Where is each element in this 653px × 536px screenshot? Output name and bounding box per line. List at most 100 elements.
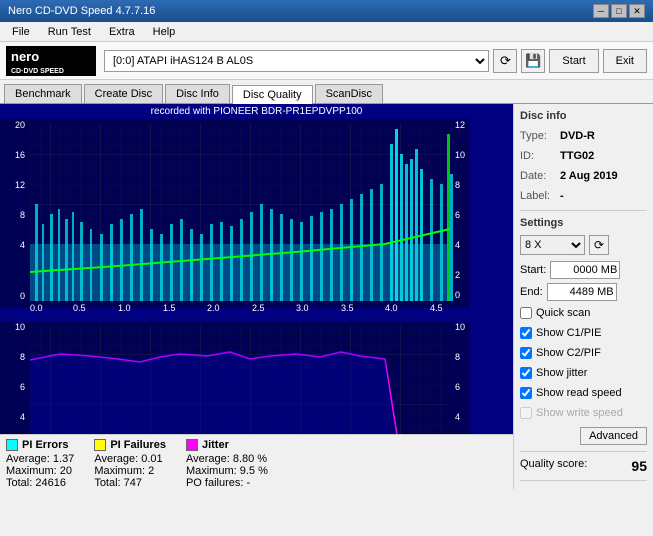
svg-text:4: 4 [455,240,460,250]
start-input[interactable] [550,261,620,279]
svg-text:10: 10 [15,322,25,332]
svg-text:1.5: 1.5 [163,303,176,313]
show-c1pie-label: Show C1/PIE [536,325,601,341]
svg-text:4: 4 [455,412,460,422]
show-c1pie-checkbox[interactable] [520,327,532,339]
show-c2pif-checkbox[interactable] [520,347,532,359]
drive-select[interactable]: [0:0] ATAPI iHAS124 B AL0S [104,50,489,72]
pi-errors-label: PI Errors [22,439,68,451]
end-input[interactable] [547,283,617,301]
show-write-speed-row: Show write speed [520,405,647,421]
main-content: recorded with PIONEER BDR-PR1EPDVPP100 [0,104,653,489]
svg-text:0.5: 0.5 [73,303,86,313]
jitter-max: Maximum: 9.5 % [186,465,268,477]
svg-text:3.0: 3.0 [296,303,309,313]
show-jitter-checkbox[interactable] [520,367,532,379]
speed-select[interactable]: 8 X [520,235,585,255]
show-c2pif-label: Show C2/PIF [536,345,601,361]
pi-errors-total: Total: 24616 [6,477,74,489]
tab-benchmark[interactable]: Benchmark [4,84,82,103]
right-panel: Disc info Type: DVD-R ID: TTG02 Date: 2 … [513,104,653,489]
tab-scan-disc[interactable]: ScanDisc [315,84,383,103]
show-c1pie-row: Show C1/PIE [520,325,647,341]
menu-file[interactable]: File [4,24,38,40]
close-button[interactable]: ✕ [629,4,645,18]
start-label: Start: [520,264,546,276]
svg-text:4.0: 4.0 [385,303,398,313]
quick-scan-checkbox[interactable] [520,307,532,319]
disc-info-title: Disc info [520,110,647,122]
charts-svg: 20 16 12 8 4 0 12 10 8 6 4 2 0 0.0 0.5 1… [0,104,482,434]
end-mb-row: End: [520,283,647,301]
disc-id-value: TTG02 [560,148,594,164]
tab-bar: Benchmark Create Disc Disc Info Disc Qua… [0,80,653,104]
reload-icon-button[interactable]: ⟳ [493,49,517,73]
tab-disc-info[interactable]: Disc Info [165,84,230,103]
advanced-button[interactable]: Advanced [580,427,647,445]
svg-text:1.0: 1.0 [118,303,131,313]
svg-text:20: 20 [15,120,25,130]
svg-text:0: 0 [20,291,25,301]
menu-run-test[interactable]: Run Test [40,24,99,40]
tab-create-disc[interactable]: Create Disc [84,84,163,103]
show-jitter-row: Show jitter [520,365,647,381]
legend-area: PI Errors Average: 1.37 Maximum: 20 Tota… [0,434,513,489]
menu-help[interactable]: Help [145,24,184,40]
svg-text:12: 12 [15,180,25,190]
disc-label-label: Label: [520,188,560,204]
minimize-button[interactable]: ─ [593,4,609,18]
svg-text:2: 2 [455,270,460,280]
divider-1 [520,210,647,211]
divider-2 [520,451,647,452]
pi-failures-label: PI Failures [110,439,166,451]
jitter-avg: Average: 8.80 % [186,453,268,465]
legend-pi-failures: PI Failures Average: 0.01 Maximum: 2 Tot… [94,439,166,489]
pi-errors-color [6,439,18,451]
svg-text:8: 8 [455,180,460,190]
pi-failures-total: Total: 747 [94,477,166,489]
svg-text:4: 4 [20,412,25,422]
show-read-speed-checkbox[interactable] [520,387,532,399]
pi-failures-avg: Average: 0.01 [94,453,166,465]
progress-value: 100 % [616,487,647,489]
divider-3 [520,480,647,481]
save-icon-button[interactable]: 💾 [521,49,545,73]
pi-failures-max: Maximum: 2 [94,465,166,477]
menu-extra[interactable]: Extra [101,24,143,40]
svg-text:8: 8 [455,352,460,362]
progress-row: Progress: 100 % [520,487,647,489]
show-write-speed-label: Show write speed [536,405,623,421]
start-button[interactable]: Start [549,49,598,73]
quick-scan-label: Quick scan [536,305,590,321]
exit-button[interactable]: Exit [603,49,647,73]
svg-text:6: 6 [20,382,25,392]
jitter-color [186,439,198,451]
disc-date-row: Date: 2 Aug 2019 [520,168,647,184]
quality-score-value: 95 [631,458,647,474]
show-c2pif-row: Show C2/PIF [520,345,647,361]
disc-type-label: Type: [520,128,560,144]
svg-text:8: 8 [20,352,25,362]
maximize-button[interactable]: □ [611,4,627,18]
show-write-speed-checkbox[interactable] [520,407,532,419]
settings-icon-button[interactable]: ⟳ [589,235,609,255]
svg-text:12: 12 [455,120,465,130]
title-bar: Nero CD-DVD Speed 4.7.7.16 ─ □ ✕ [0,0,653,22]
tab-disc-quality[interactable]: Disc Quality [232,85,313,104]
svg-text:16: 16 [15,150,25,160]
progress-label: Progress: [520,487,567,489]
pi-errors-avg: Average: 1.37 [6,453,74,465]
menu-bar: File Run Test Extra Help [0,22,653,42]
chart-title: recorded with PIONEER BDR-PR1EPDVPP100 [0,104,513,119]
disc-id-row: ID: TTG02 [520,148,647,164]
disc-date-value: 2 Aug 2019 [560,168,618,184]
svg-text:6: 6 [455,210,460,220]
disc-type-value: DVD-R [560,128,595,144]
disc-type-row: Type: DVD-R [520,128,647,144]
quality-score-label: Quality score: [520,458,587,474]
show-read-speed-label: Show read speed [536,385,622,401]
jitter-label: Jitter [202,439,229,451]
disc-id-label: ID: [520,148,560,164]
svg-text:CD·DVD SPEED: CD·DVD SPEED [11,68,64,75]
svg-text:8: 8 [20,210,25,220]
